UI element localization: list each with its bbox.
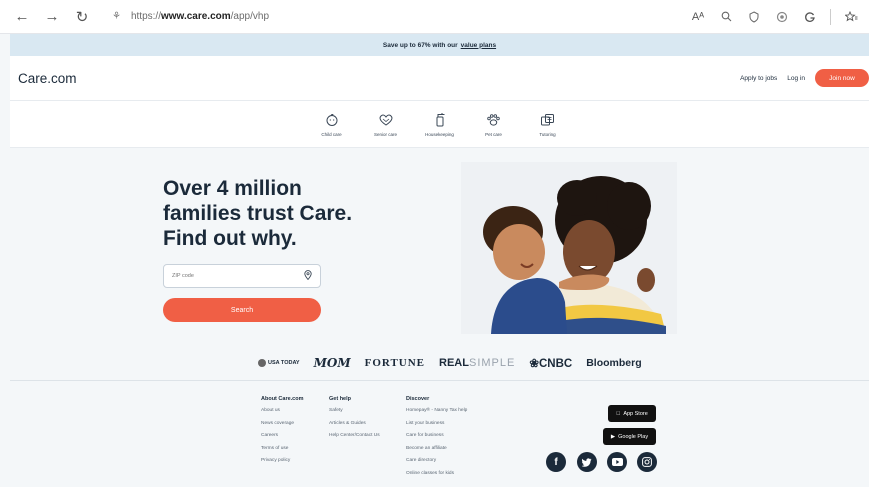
footer-about-column: About Care.com About us News coverage Ca… bbox=[261, 396, 303, 471]
footer-link[interactable]: Articles & Guides bbox=[329, 421, 380, 434]
footer-link[interactable]: Care directory bbox=[406, 458, 467, 471]
peacock-icon: ❀ bbox=[529, 358, 539, 370]
housekeeping-icon bbox=[434, 112, 446, 128]
hero-line-1: Over 4 million bbox=[163, 177, 302, 200]
usa-today-dot-icon bbox=[258, 359, 266, 367]
footer-link[interactable]: Become an affiliate bbox=[406, 446, 467, 459]
toolbar-separator bbox=[830, 8, 831, 25]
footer-heading: Get help bbox=[329, 396, 352, 402]
favorites-icon[interactable] bbox=[843, 9, 859, 25]
hero-headline: Over 4 million families trust Care. Find… bbox=[163, 176, 453, 251]
login-link[interactable]: Log in bbox=[787, 75, 805, 82]
usa-today-logo: USA TODAY bbox=[258, 359, 300, 367]
category-housekeeping[interactable]: Housekeeping bbox=[420, 112, 460, 137]
google-play-badge[interactable]: ▶ Google Play bbox=[603, 428, 656, 445]
care-logo[interactable]: Care.com bbox=[18, 71, 77, 86]
footer-link[interactable]: About us bbox=[261, 408, 303, 421]
refresh-icon[interactable]: ↻ bbox=[70, 5, 94, 29]
footer-discover-column: Discover Homepay® - Nanny Tax help List … bbox=[406, 396, 467, 483]
press-logos: USA TODAY MOM FORTUNE REALSIMPLE ❀CNBC B… bbox=[258, 354, 642, 372]
footer-help-column: Get help Safety Articles & Guides Help C… bbox=[329, 396, 380, 446]
apply-to-jobs-link[interactable]: Apply to jobs bbox=[740, 75, 777, 82]
forward-icon[interactable]: → bbox=[40, 5, 64, 29]
fortune-logo: FORTUNE bbox=[364, 357, 426, 369]
url-domain: www.care.com bbox=[160, 11, 231, 22]
lock-icon: ⚘ bbox=[112, 11, 121, 22]
child-care-icon bbox=[325, 112, 339, 128]
browser-profile-icon[interactable] bbox=[802, 9, 818, 25]
read-aloud-icon[interactable]: Aᴬ bbox=[690, 9, 706, 25]
footer-link[interactable]: News coverage bbox=[261, 421, 303, 434]
footer-link[interactable]: Help Center/Contact Us bbox=[329, 433, 380, 446]
real-text: REAL bbox=[439, 357, 469, 369]
app-store-label: App Store bbox=[621, 410, 647, 417]
real-simple-logo: REALSIMPLE bbox=[439, 357, 515, 369]
cnbc-text: CNBC bbox=[538, 358, 573, 370]
category-child-care[interactable]: Child care bbox=[312, 112, 352, 137]
youtube-icon[interactable] bbox=[607, 452, 627, 472]
promo-banner: Save up to 67% with our value plans bbox=[10, 34, 869, 56]
value-plans-link[interactable]: value plans bbox=[461, 42, 496, 49]
footer-link[interactable]: Homepay® - Nanny Tax help bbox=[406, 408, 467, 421]
facebook-icon[interactable]: f bbox=[546, 452, 566, 472]
app-store-badge[interactable]:  App Store bbox=[608, 405, 656, 422]
footer-link[interactable]: Privacy policy bbox=[261, 458, 303, 471]
url-path: /app/vhp bbox=[230, 11, 270, 22]
instagram-icon[interactable] bbox=[637, 452, 657, 472]
zip-code-input[interactable] bbox=[172, 273, 292, 279]
hero-line-2: families trust Care. bbox=[163, 202, 353, 225]
footer-link[interactable]: List your business bbox=[406, 421, 467, 434]
join-now-button[interactable]: Join now bbox=[815, 69, 869, 87]
tracking-prevention-icon[interactable] bbox=[746, 9, 762, 25]
footer-link[interactable]: Safety bbox=[329, 408, 380, 421]
senior-care-icon bbox=[378, 112, 394, 128]
search-button[interactable]: Search bbox=[163, 298, 321, 322]
category-bar: Child care Senior care Housekeeping Pet … bbox=[10, 100, 869, 148]
category-label: Housekeeping bbox=[425, 131, 454, 137]
category-label: Child care bbox=[321, 131, 342, 137]
footer-heading: About Care.com bbox=[261, 396, 304, 402]
hero-image bbox=[461, 162, 677, 334]
browser-toolbar: ← → ↻ ⚘ https://www.care.com/app/vhp Aᴬ bbox=[0, 0, 869, 34]
footer-divider bbox=[10, 380, 869, 381]
category-pet-care[interactable]: Pet care bbox=[474, 112, 514, 137]
category-label: Pet care bbox=[485, 131, 502, 137]
footer-link[interactable]: Online classes for kids bbox=[406, 471, 467, 484]
hero-line-3: Find out why. bbox=[163, 227, 297, 250]
pet-care-icon bbox=[486, 112, 501, 128]
tutoring-icon bbox=[540, 112, 555, 128]
location-pin-icon[interactable] bbox=[304, 267, 312, 285]
category-label: Tutoring bbox=[539, 131, 556, 137]
address-bar[interactable]: ⚘ https://www.care.com/app/vhp bbox=[112, 11, 269, 22]
footer-link[interactable]: Terms of use bbox=[261, 446, 303, 459]
category-label: Senior care bbox=[373, 131, 397, 137]
logo-text: Care.com bbox=[18, 70, 77, 86]
category-senior-care[interactable]: Senior care bbox=[366, 112, 406, 137]
category-tutoring[interactable]: Tutoring bbox=[528, 112, 568, 137]
footer-link[interactable]: Care for business bbox=[406, 433, 467, 446]
twitter-icon[interactable] bbox=[577, 452, 597, 472]
promo-text: Save up to 67% with our bbox=[382, 41, 458, 49]
back-icon[interactable]: ← bbox=[10, 5, 34, 29]
url-prefix: https:// bbox=[130, 11, 161, 22]
usa-today-text: USA TODAY bbox=[268, 360, 300, 366]
zip-code-field[interactable] bbox=[163, 264, 321, 288]
zoom-icon[interactable] bbox=[718, 9, 734, 25]
site-header: Care.com Apply to jobs Log in Join now bbox=[10, 56, 869, 100]
bloomberg-logo: Bloomberg bbox=[586, 357, 642, 369]
cnbc-logo: ❀CNBC bbox=[529, 356, 572, 370]
simple-text: SIMPLE bbox=[468, 357, 516, 369]
footer-heading: Discover bbox=[406, 396, 430, 402]
apple-icon:  bbox=[616, 411, 620, 417]
footer-link[interactable]: Careers bbox=[261, 433, 303, 446]
mom-logo: MOM bbox=[313, 356, 351, 370]
play-icon: ▶ bbox=[610, 433, 616, 440]
google-play-label: Google Play bbox=[618, 433, 649, 440]
extension-icon[interactable] bbox=[774, 9, 790, 25]
